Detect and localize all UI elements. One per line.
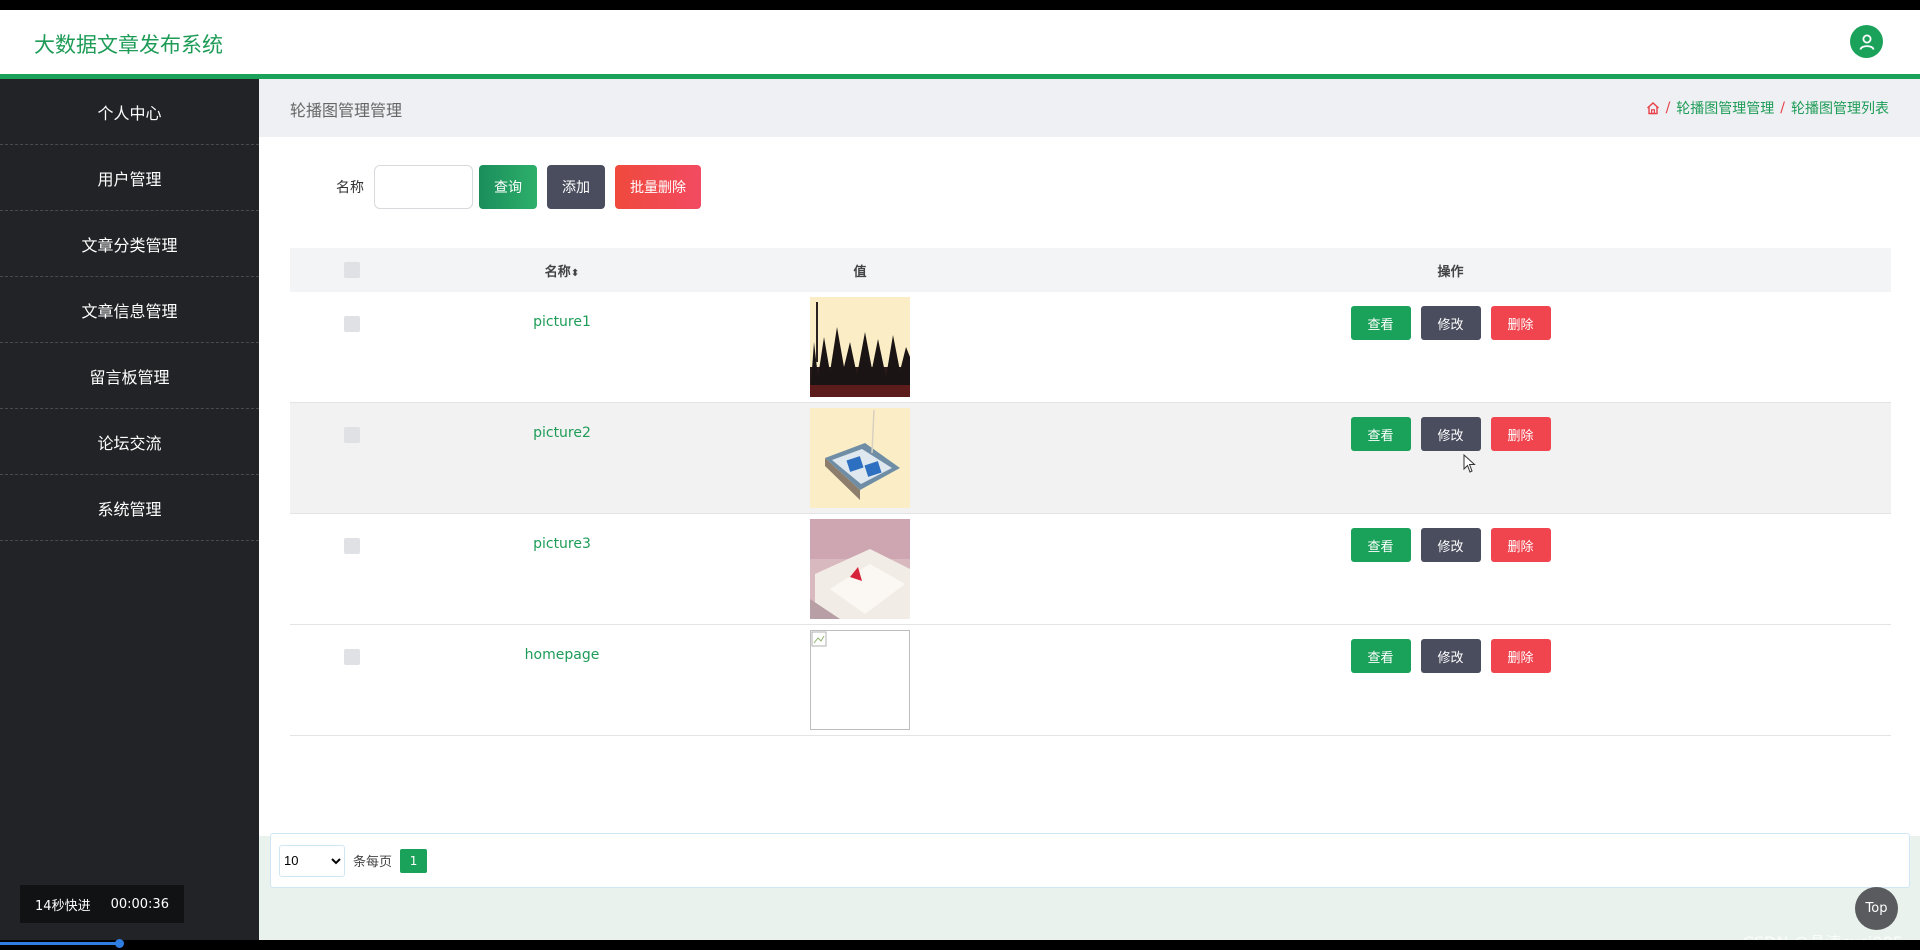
page-title: 轮播图管理管理 [290, 101, 403, 120]
row-name: picture1 [533, 314, 591, 330]
app-window: 大数据文章发布系统 个人中心 用户管理 文章分类管理 文章信息管理 留言板管理 … [0, 10, 1920, 940]
search-label: 名称 [336, 180, 364, 196]
sort-icon[interactable]: ⬍ [571, 268, 579, 279]
breadcrumb-bar: 轮播图管理管理 / 轮播图管理管理 / 轮播图管理列表 [259, 79, 1920, 137]
breadcrumb-item-banner-management[interactable]: 轮播图管理管理 [1676, 98, 1774, 118]
breadcrumb-item-banner-list[interactable]: 轮播图管理列表 [1791, 98, 1889, 118]
banner-thumbnail [810, 297, 910, 397]
row-checkbox[interactable] [344, 649, 360, 665]
sidebar-item-user-management[interactable]: 用户管理 [0, 145, 259, 211]
view-button[interactable]: 查看 [1350, 528, 1411, 562]
view-button[interactable]: 查看 [1350, 306, 1411, 340]
table-row: picture2 查看 修改 删除 [290, 403, 1891, 514]
pagination: 10 条每页 1 [270, 833, 1910, 888]
batch-delete-button[interactable]: 批量删除 [615, 165, 701, 209]
column-header-name[interactable]: 名称⬍ [414, 261, 710, 280]
watermark: CSDN @晶涛cxsj985 [1743, 929, 1903, 940]
content-area: 轮播图管理管理 / 轮播图管理管理 / 轮播图管理列表 名称 查询 添加 批量删… [259, 79, 1920, 940]
sidebar: 个人中心 用户管理 文章分类管理 文章信息管理 留言板管理 论坛交流 系统管理 … [0, 79, 259, 940]
delete-button[interactable]: 删除 [1490, 528, 1551, 562]
sidebar-item-label: 留言板管理 [89, 367, 170, 387]
add-button[interactable]: 添加 [547, 165, 605, 209]
delete-button[interactable]: 删除 [1490, 417, 1551, 451]
column-header-value: 值 [853, 264, 867, 280]
sidebar-item-article-category[interactable]: 文章分类管理 [0, 211, 259, 277]
sidebar-item-label: 文章分类管理 [81, 235, 178, 255]
video-progress-bar[interactable] [0, 942, 120, 945]
sidebar-item-label: 文章信息管理 [81, 301, 178, 321]
row-checkbox[interactable] [344, 427, 360, 443]
table-row: homepage 查看 修改 删除 [290, 625, 1891, 736]
delete-button[interactable]: 删除 [1490, 306, 1551, 340]
row-name: picture3 [533, 536, 591, 552]
banner-thumbnail [810, 408, 910, 508]
app-title: 大数据文章发布系统 [34, 33, 223, 57]
banner-thumbnail [810, 519, 910, 619]
breadcrumb: / 轮播图管理管理 / 轮播图管理列表 [1646, 98, 1889, 118]
edit-button[interactable]: 修改 [1420, 306, 1481, 340]
broken-image-icon [810, 630, 910, 730]
video-progress-handle[interactable] [115, 939, 124, 948]
edit-button[interactable]: 修改 [1420, 528, 1481, 562]
sidebar-item-forum[interactable]: 论坛交流 [0, 409, 259, 475]
per-page-label: 条每页 [353, 855, 393, 870]
user-icon [1859, 34, 1874, 50]
banner-table: 名称⬍ 值 操作 picture1 查看 修改 删除 picture2 查看 修… [290, 248, 1891, 736]
select-all-checkbox[interactable] [344, 262, 360, 278]
sidebar-item-label: 个人中心 [97, 103, 162, 123]
top-header: 大数据文章发布系统 [0, 10, 1920, 79]
breadcrumb-separator: / [1780, 100, 1785, 116]
search-form: 名称 查询 添加 批量删除 [336, 165, 711, 209]
query-button[interactable]: 查询 [479, 165, 537, 209]
sidebar-item-label: 论坛交流 [97, 433, 162, 453]
edit-button[interactable]: 修改 [1420, 639, 1481, 673]
sidebar-item-label: 用户管理 [97, 169, 162, 189]
view-button[interactable]: 查看 [1350, 639, 1411, 673]
table-row: picture1 查看 修改 删除 [290, 292, 1891, 403]
sidebar-item-personal-center[interactable]: 个人中心 [0, 79, 259, 145]
edit-button[interactable]: 修改 [1420, 417, 1481, 451]
sidebar-item-article-info[interactable]: 文章信息管理 [0, 277, 259, 343]
column-header-ops: 操作 [1437, 264, 1464, 280]
table-header: 名称⬍ 值 操作 [290, 248, 1891, 292]
main-panel: 名称 查询 添加 批量删除 名称⬍ 值 操作 picture1 查看 修改 删除… [259, 137, 1920, 836]
row-name: homepage [524, 647, 600, 663]
table-row: picture3 查看 修改 删除 [290, 514, 1891, 625]
home-icon[interactable] [1646, 101, 1660, 115]
breadcrumb-separator: / [1665, 100, 1671, 116]
user-avatar[interactable] [1850, 25, 1883, 58]
mouse-cursor-icon [1463, 454, 1476, 473]
page-number-button[interactable]: 1 [400, 848, 428, 873]
row-checkbox[interactable] [344, 538, 360, 554]
page-size-select[interactable]: 10 [279, 844, 345, 877]
video-time: 00:00:36 [110, 896, 169, 912]
search-input[interactable] [374, 165, 473, 209]
video-fast-forward-bar[interactable]: 14秒快进 00:00:36 [20, 885, 184, 923]
sidebar-item-system[interactable]: 系统管理 [0, 475, 259, 541]
sidebar-item-message-board[interactable]: 留言板管理 [0, 343, 259, 409]
row-name: picture2 [533, 425, 591, 441]
delete-button[interactable]: 删除 [1490, 639, 1551, 673]
back-to-top-button[interactable]: Top [1855, 887, 1898, 930]
view-button[interactable]: 查看 [1350, 417, 1411, 451]
fast-forward-label: 14秒快进 [35, 898, 91, 914]
row-checkbox[interactable] [344, 316, 360, 332]
sidebar-item-label: 系统管理 [97, 499, 162, 519]
